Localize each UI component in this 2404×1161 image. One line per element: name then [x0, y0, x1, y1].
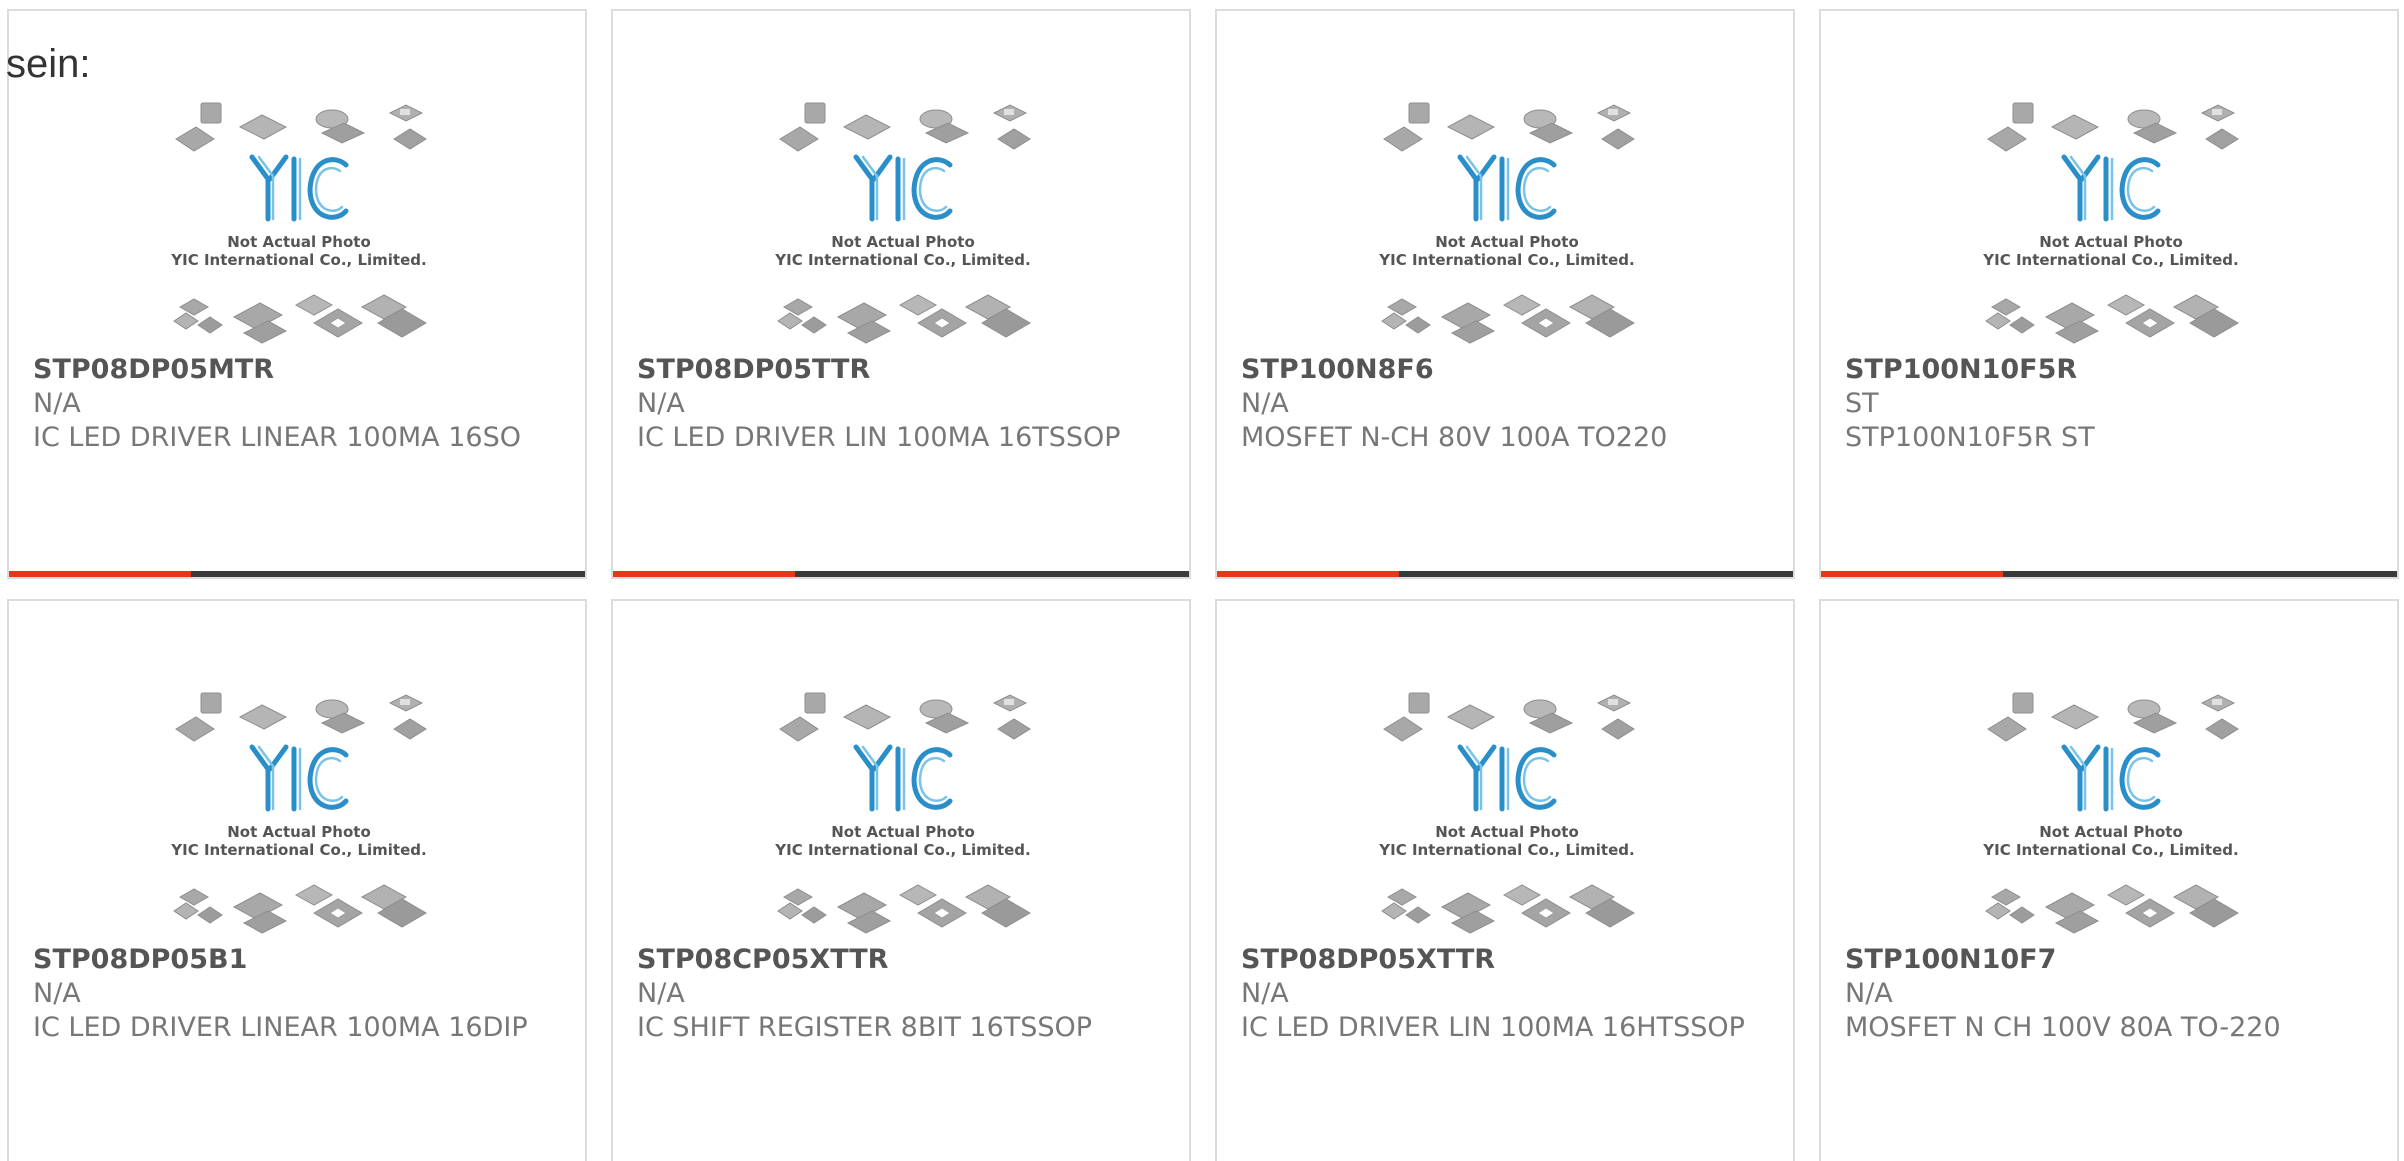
- product-card[interactable]: STP100N8F6 N/A MOSFET N-CH 80V 100A TO22…: [1215, 9, 1795, 579]
- description: IC LED DRIVER LIN 100MA 16HTSSOP: [1241, 1012, 1745, 1043]
- manufacturer: ST: [1845, 388, 1879, 419]
- product-card[interactable]: STP08DP05MTR N/A IC LED DRIVER LINEAR 10…: [7, 9, 587, 579]
- manufacturer: N/A: [637, 978, 685, 1009]
- card-accent: [1217, 571, 1399, 577]
- part-number[interactable]: STP08DP05TTR: [637, 353, 1157, 387]
- part-number[interactable]: STP08DP05XTTR: [1241, 943, 1761, 977]
- description: IC LED DRIVER LINEAR 100MA 16DIP: [33, 1012, 528, 1043]
- card-bottom-bar: [9, 571, 585, 577]
- manufacturer: N/A: [33, 388, 81, 419]
- product-image: [768, 99, 1038, 349]
- product-image: [1976, 99, 2246, 349]
- card-accent: [613, 571, 795, 577]
- part-number[interactable]: STP100N8F6: [1241, 353, 1761, 387]
- manufacturer: N/A: [1241, 388, 1289, 419]
- product-image: [164, 99, 434, 349]
- part-number[interactable]: STP08DP05MTR: [33, 353, 553, 387]
- lead-text: sein:: [6, 42, 91, 86]
- card-bottom-bar: [613, 571, 1189, 577]
- part-number[interactable]: STP08DP05B1: [33, 943, 553, 977]
- description: STP100N10F5R ST: [1845, 422, 2095, 453]
- product-card[interactable]: STP100N10F5R ST STP100N10F5R ST: [1819, 9, 2399, 579]
- manufacturer: N/A: [1241, 978, 1289, 1009]
- part-number[interactable]: STP08CP05XTTR: [637, 943, 1157, 977]
- product-image: [1372, 689, 1642, 939]
- product-card[interactable]: STP08DP05XTTR N/A IC LED DRIVER LIN 100M…: [1215, 599, 1795, 1161]
- card-bottom-bar: [1821, 571, 2397, 577]
- product-image: [1372, 99, 1642, 349]
- product-grid: sein: STP08DP05MTR N/A IC LED DRIVER LIN…: [0, 0, 2404, 1161]
- description: MOSFET N CH 100V 80A TO-220: [1845, 1012, 2281, 1043]
- product-image: [1976, 689, 2246, 939]
- part-number[interactable]: STP100N10F7: [1845, 943, 2365, 977]
- product-card[interactable]: STP08DP05TTR N/A IC LED DRIVER LIN 100MA…: [611, 9, 1191, 579]
- description: IC SHIFT REGISTER 8BIT 16TSSOP: [637, 1012, 1093, 1043]
- part-number[interactable]: STP100N10F5R: [1845, 353, 2365, 387]
- card-accent: [1821, 571, 2003, 577]
- description: IC LED DRIVER LINEAR 100MA 16SO: [33, 422, 521, 453]
- manufacturer: N/A: [1845, 978, 1893, 1009]
- manufacturer: N/A: [637, 388, 685, 419]
- manufacturer: N/A: [33, 978, 81, 1009]
- product-image: [164, 689, 434, 939]
- description: IC LED DRIVER LIN 100MA 16TSSOP: [637, 422, 1121, 453]
- description: MOSFET N-CH 80V 100A TO220: [1241, 422, 1668, 453]
- product-card[interactable]: STP08DP05B1 N/A IC LED DRIVER LINEAR 100…: [7, 599, 587, 1161]
- product-image: [768, 689, 1038, 939]
- card-bottom-bar: [1217, 571, 1793, 577]
- product-card[interactable]: STP08CP05XTTR N/A IC SHIFT REGISTER 8BIT…: [611, 599, 1191, 1161]
- product-card[interactable]: STP100N10F7 N/A MOSFET N CH 100V 80A TO-…: [1819, 599, 2399, 1161]
- card-accent: [9, 571, 191, 577]
